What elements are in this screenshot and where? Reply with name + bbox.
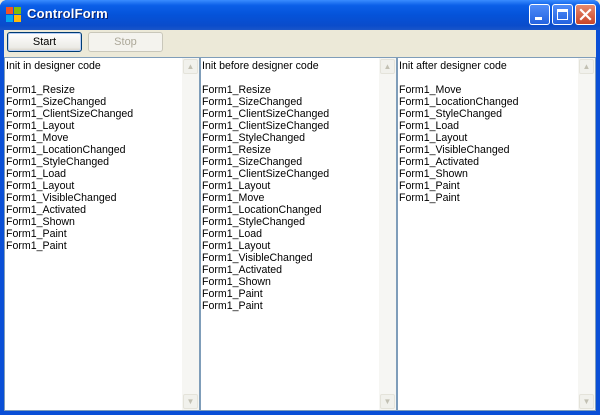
windows-form-icon[interactable] [6, 7, 22, 23]
chevron-down-icon[interactable]: ▼ [183, 394, 198, 409]
chevron-down-icon[interactable]: ▼ [579, 394, 594, 409]
chevron-up-icon[interactable]: ▲ [183, 59, 198, 74]
minimize-icon [535, 17, 542, 20]
chevron-up-icon[interactable]: ▲ [380, 59, 395, 74]
window-title: ControlForm [27, 6, 108, 21]
vertical-scrollbar[interactable]: ▲ ▼ [578, 58, 595, 410]
form-client-area: Start Stop Init in designer code Form1_R… [4, 30, 596, 411]
event-log-text: Init in designer code Form1_Resize Form1… [6, 60, 134, 252]
vertical-scrollbar[interactable]: ▲ ▼ [182, 58, 199, 410]
event-log-text: Init after designer code Form1_Move Form… [399, 60, 519, 204]
init-after-designer-list[interactable]: Init after designer code Form1_Move Form… [397, 57, 596, 411]
vertical-scrollbar[interactable]: ▲ ▼ [379, 58, 396, 410]
maximize-icon [557, 9, 568, 20]
close-icon [579, 8, 592, 21]
stop-button[interactable]: Stop [88, 32, 163, 52]
chevron-up-icon[interactable]: ▲ [579, 59, 594, 74]
event-log-text: Init before designer code Form1_Resize F… [202, 60, 330, 312]
application-window: ControlForm Start Stop Init in designer … [0, 0, 600, 415]
init-in-designer-list[interactable]: Init in designer code Form1_Resize Form1… [4, 57, 200, 411]
title-bar[interactable]: ControlForm [0, 0, 600, 30]
start-button[interactable]: Start [7, 32, 82, 52]
init-before-designer-list[interactable]: Init before designer code Form1_Resize F… [200, 57, 397, 411]
minimize-button[interactable] [529, 4, 550, 25]
maximize-button[interactable] [552, 4, 573, 25]
chevron-down-icon[interactable]: ▼ [380, 394, 395, 409]
close-button[interactable] [575, 4, 596, 25]
